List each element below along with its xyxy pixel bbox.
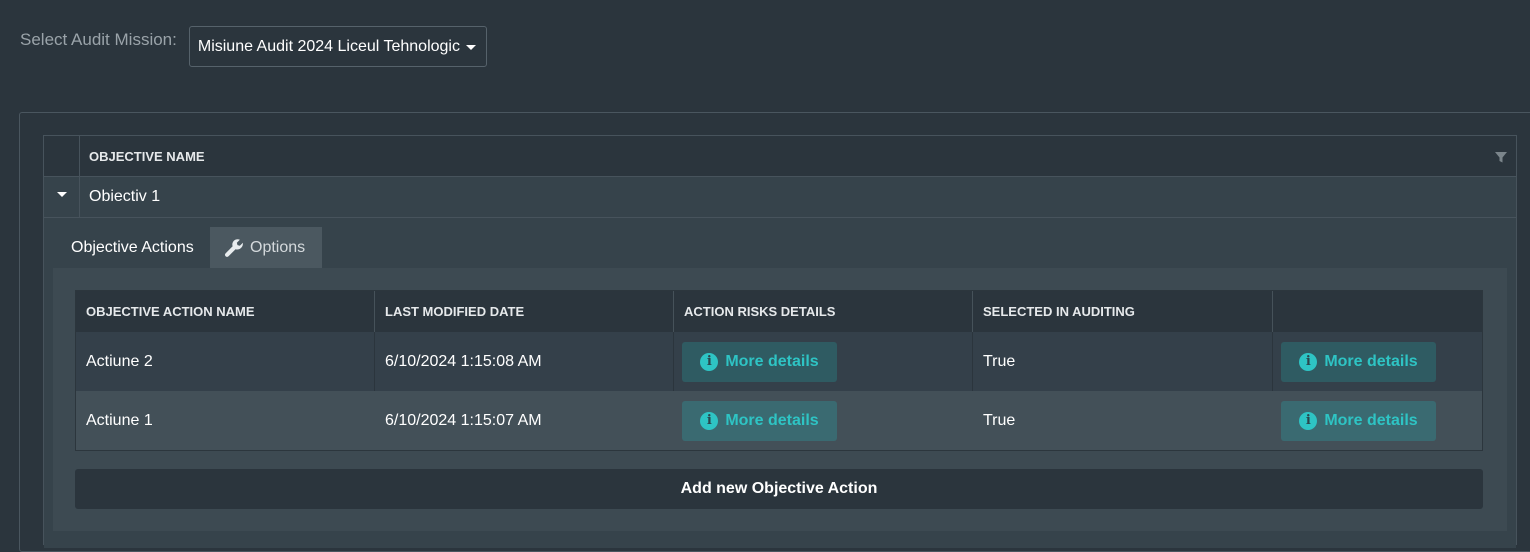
more-details-button[interactable]: i More details — [1281, 341, 1436, 382]
column-header-action-risks[interactable]: ACTION RISKS DETAILS — [674, 291, 973, 332]
expand-column-header — [44, 136, 80, 176]
tab-options[interactable]: Options — [210, 227, 322, 268]
last-modified-cell: 6/10/2024 1:15:07 AM — [385, 411, 542, 429]
objective-actions-content: OBJECTIVE ACTION NAME LAST MODIFIED DATE… — [53, 268, 1507, 531]
button-label: More details — [725, 352, 819, 370]
table-row[interactable]: Actiune 2 6/10/2024 1:15:08 AM i More de… — [76, 332, 1482, 391]
risks-more-details-button[interactable]: i More details — [682, 400, 837, 441]
column-header-action-name[interactable]: OBJECTIVE ACTION NAME — [76, 291, 375, 332]
info-icon: i — [1299, 352, 1318, 371]
actions-table-header: OBJECTIVE ACTION NAME LAST MODIFIED DATE… — [76, 291, 1482, 332]
risks-more-details-button[interactable]: i More details — [682, 341, 837, 382]
objectives-grid: OBJECTIVE NAME Obiectiv 1 Objective Acti… — [43, 135, 1517, 548]
button-label: More details — [1324, 352, 1418, 370]
selected-in-auditing-cell: True — [973, 332, 1273, 391]
objective-actions-table: OBJECTIVE ACTION NAME LAST MODIFIED DATE… — [75, 290, 1483, 451]
collapse-row-button[interactable] — [44, 177, 80, 217]
add-objective-action-button[interactable]: Add new Objective Action — [75, 469, 1483, 509]
button-label: More details — [1324, 411, 1418, 429]
column-header-objective-name[interactable]: OBJECTIVE NAME — [80, 136, 1516, 176]
filter-icon[interactable] — [1494, 150, 1508, 164]
mission-dropdown[interactable]: Misiune Audit 2024 Liceul Tehnologic — [188, 26, 487, 67]
action-risks-cell: i More details — [674, 391, 973, 450]
action-risks-cell: i More details — [674, 332, 973, 391]
objective-row[interactable]: Obiectiv 1 — [44, 177, 1516, 218]
row-actions-cell: i More details — [1273, 332, 1482, 391]
column-header-last-modified[interactable]: LAST MODIFIED DATE — [375, 291, 674, 332]
chevron-down-icon — [465, 45, 476, 50]
info-icon: i — [1299, 411, 1318, 430]
grid-header: OBJECTIVE NAME — [44, 136, 1516, 177]
tab-label: Options — [250, 238, 306, 256]
tab-label: Objective Actions — [71, 238, 194, 256]
mission-label: Select Audit Mission: — [20, 30, 177, 49]
action-name-cell: Actiune 2 — [76, 332, 375, 391]
row-actions-cell: i More details — [1273, 391, 1482, 450]
column-header-label: OBJECTIVE NAME — [89, 148, 205, 164]
selected-in-auditing-cell: True — [983, 411, 1016, 429]
last-modified-cell: 6/10/2024 1:15:08 AM — [375, 332, 674, 391]
objective-detail-area: Objective Actions Options OBJECTIVE ACTI… — [44, 218, 1516, 548]
objective-name-cell: Obiectiv 1 — [89, 188, 161, 205]
tab-objective-actions[interactable]: Objective Actions — [53, 227, 210, 268]
detail-tabs: Objective Actions Options — [53, 227, 322, 268]
table-row[interactable]: Actiune 1 6/10/2024 1:15:07 AM i More de… — [76, 391, 1482, 450]
action-name-cell: Actiune 1 — [86, 411, 153, 429]
wrench-icon — [224, 238, 243, 257]
more-details-button[interactable]: i More details — [1281, 400, 1436, 441]
column-header-actions — [1273, 291, 1482, 332]
info-icon: i — [700, 352, 719, 371]
info-icon: i — [700, 411, 719, 430]
caret-down-icon — [56, 191, 67, 197]
button-label: More details — [725, 411, 819, 429]
mission-dropdown-value: Misiune Audit 2024 Liceul Tehnologic — [197, 37, 460, 55]
mission-selector-bar: Select Audit Mission: Misiune Audit 2024… — [20, 26, 487, 67]
column-header-selected-in-auditing[interactable]: SELECTED IN AUDITING — [973, 291, 1273, 332]
